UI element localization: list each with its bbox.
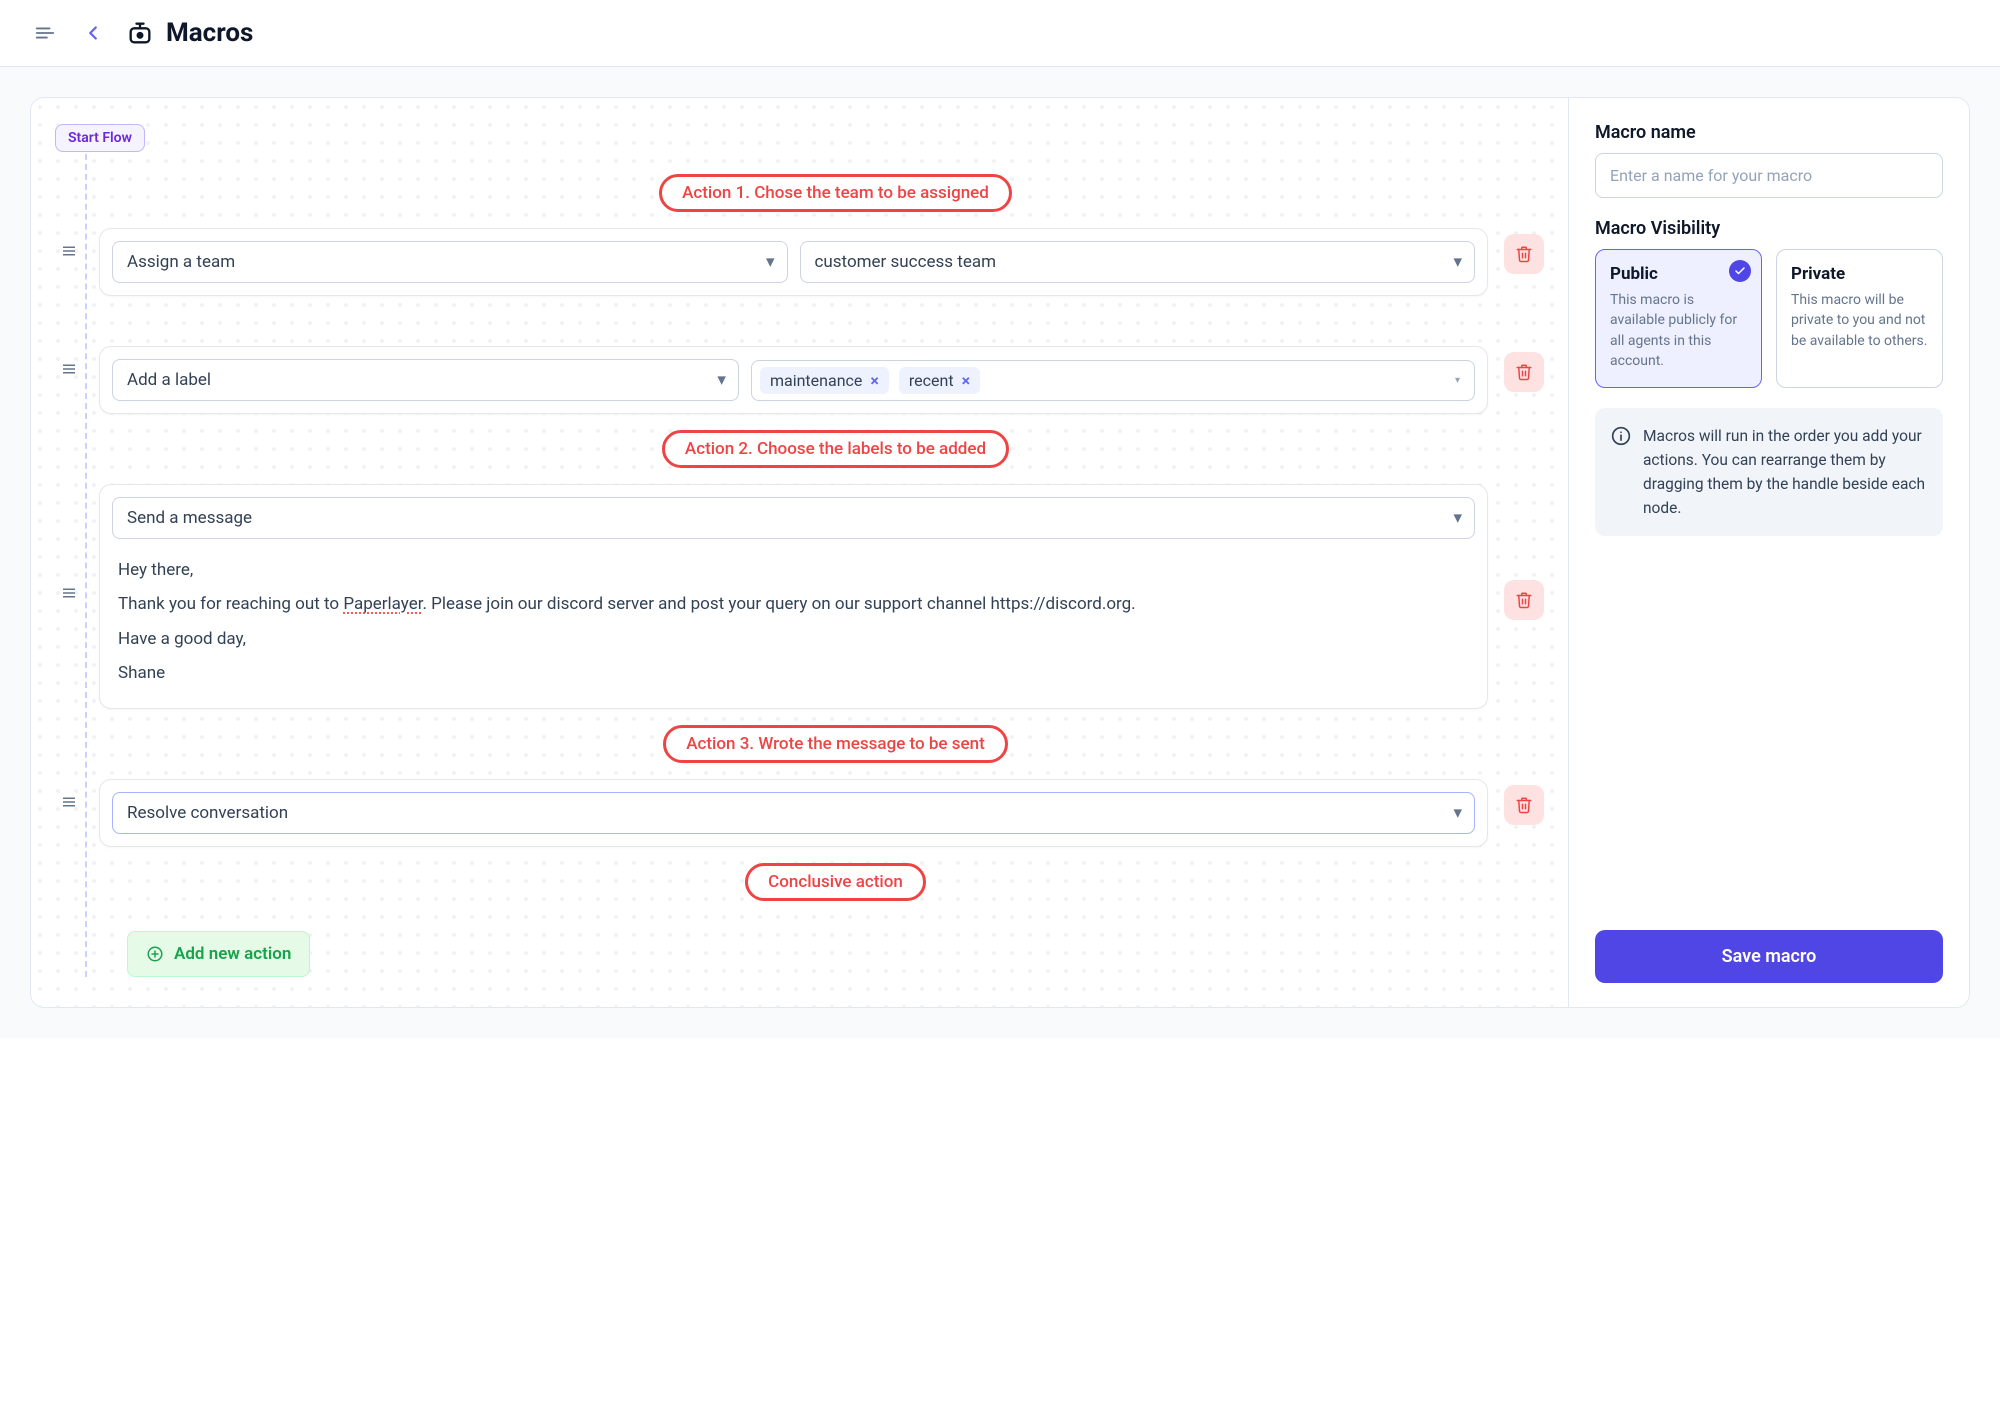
check-icon xyxy=(1729,260,1751,282)
action-type-select[interactable]: Resolve conversation ▾ xyxy=(112,792,1475,834)
annotation: Action 1. Chose the team to be assigned xyxy=(127,174,1544,212)
visibility-title: Private xyxy=(1791,264,1928,284)
macro-flow-canvas: Start Flow Action 1. Chose the team to b… xyxy=(31,98,1569,1007)
message-signature: Shane xyxy=(118,660,1469,686)
info-icon xyxy=(1611,426,1631,446)
add-action-label: Add new action xyxy=(174,944,291,964)
message-body: Thank you for reaching out to Paperlayer… xyxy=(118,591,1469,617)
info-callout: Macros will run in the order you add you… xyxy=(1595,408,1943,536)
action-type-select[interactable]: Add a label ▾ xyxy=(112,359,739,401)
info-text: Macros will run in the order you add you… xyxy=(1643,424,1927,520)
action-type-value: Add a label xyxy=(127,370,211,390)
message-content[interactable]: Hey there, Thank you for reaching out to… xyxy=(112,539,1475,696)
remove-tag-icon[interactable]: × xyxy=(870,371,879,390)
message-greeting: Hey there, xyxy=(118,557,1469,583)
chevron-down-icon: ▾ xyxy=(766,252,775,272)
chevron-down-icon: ▾ xyxy=(1453,803,1462,823)
macros-icon xyxy=(126,19,154,47)
drag-handle-icon[interactable] xyxy=(55,484,83,602)
page-title-wrap: Macros xyxy=(126,18,253,48)
drag-handle-icon[interactable] xyxy=(55,779,83,811)
action-node: Add a label ▾ maintenance × recent xyxy=(55,346,1544,414)
chevron-down-icon: ▾ xyxy=(717,370,726,390)
action-type-select[interactable]: Send a message ▾ xyxy=(112,497,1475,539)
menu-toggle-button[interactable] xyxy=(30,18,60,48)
chevron-down-icon: ▾ xyxy=(1455,375,1466,386)
add-action-button[interactable]: Add new action xyxy=(127,931,310,977)
tag-text: recent xyxy=(909,371,954,390)
message-closing: Have a good day, xyxy=(118,626,1469,652)
action-type-value: Send a message xyxy=(127,508,252,528)
start-flow-pill: Start Flow xyxy=(55,124,145,152)
chevron-down-icon: ▾ xyxy=(1453,508,1462,528)
annotation: Conclusive action xyxy=(127,863,1544,901)
drag-handle-icon[interactable] xyxy=(55,346,83,378)
visibility-title: Public xyxy=(1610,264,1747,284)
delete-action-button[interactable] xyxy=(1504,234,1544,274)
macro-name-label: Macro name xyxy=(1595,122,1943,143)
delete-action-button[interactable] xyxy=(1504,352,1544,392)
action-type-value: Assign a team xyxy=(127,252,235,272)
drag-handle-icon[interactable] xyxy=(55,228,83,260)
annotation: Action 2. Choose the labels to be added xyxy=(127,430,1544,468)
action-node: Resolve conversation ▾ xyxy=(55,779,1544,847)
action-node: Send a message ▾ Hey there, Thank you fo… xyxy=(55,484,1544,709)
action-value: customer success team xyxy=(815,252,997,272)
remove-tag-icon[interactable]: × xyxy=(962,371,971,390)
macro-name-input[interactable] xyxy=(1595,153,1943,198)
page-title: Macros xyxy=(166,18,253,48)
annotation: Action 3. Wrote the message to be sent xyxy=(127,725,1544,763)
visibility-option-private[interactable]: Private This macro will be private to yo… xyxy=(1776,249,1943,388)
tag-text: maintenance xyxy=(770,371,862,390)
visibility-desc: This macro will be private to you and no… xyxy=(1791,290,1928,351)
label-tag-input[interactable]: maintenance × recent × ▾ xyxy=(751,360,1475,401)
back-button[interactable] xyxy=(78,18,108,48)
macro-sidepanel: Macro name Macro Visibility Public This … xyxy=(1569,98,1969,1007)
visibility-option-public[interactable]: Public This macro is available publicly … xyxy=(1595,249,1762,388)
delete-action-button[interactable] xyxy=(1504,580,1544,620)
action-type-select[interactable]: Assign a team ▾ xyxy=(112,241,788,283)
chevron-down-icon: ▾ xyxy=(1453,252,1462,272)
save-macro-button[interactable]: Save macro xyxy=(1595,930,1943,983)
visibility-label: Macro Visibility xyxy=(1595,218,1943,239)
delete-action-button[interactable] xyxy=(1504,785,1544,825)
action-value-select[interactable]: customer success team ▾ xyxy=(800,241,1476,283)
label-tag: maintenance × xyxy=(760,367,889,394)
action-type-value: Resolve conversation xyxy=(127,803,288,823)
action-node: Assign a team ▾ customer success team ▾ xyxy=(55,228,1544,296)
visibility-desc: This macro is available publicly for all… xyxy=(1610,290,1747,371)
label-tag: recent × xyxy=(899,367,980,394)
